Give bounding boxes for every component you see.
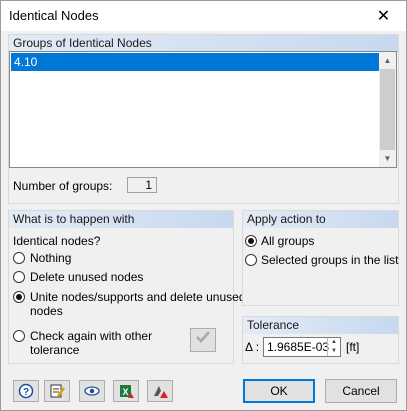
scroll-down-icon[interactable]: ▼ (379, 150, 396, 167)
help-icon: ? (18, 383, 34, 399)
tolerance-unit: [ft] (346, 340, 360, 354)
view-button[interactable] (79, 380, 105, 402)
radio-check-again-label-cont[interactable]: tolerance (30, 343, 79, 357)
what-panel-header: What is to happen with (9, 211, 233, 228)
spin-buttons[interactable]: ▲ ▼ (327, 338, 340, 356)
excel-export-button[interactable]: X (113, 380, 139, 402)
radio-check-again[interactable] (13, 330, 25, 342)
radio-nothing-label[interactable]: Nothing (30, 251, 71, 265)
tolerance-delta-label: Δ : (245, 340, 260, 354)
excel-export-icon: X (120, 385, 134, 398)
settings-icon (154, 386, 168, 398)
radio-delete-unused-label[interactable]: Delete unused nodes (30, 270, 143, 284)
list-item[interactable]: 4.10 (11, 53, 379, 71)
check-again-button[interactable] (190, 328, 216, 352)
settings-button[interactable] (147, 380, 173, 402)
radio-unite-nodes[interactable] (13, 291, 25, 303)
radio-nothing[interactable] (13, 252, 25, 264)
tolerance-spinbox[interactable]: 1.9685E-03 ▲ ▼ (263, 337, 341, 357)
groups-listbox[interactable]: 4.10 ▲ ▼ (9, 51, 397, 168)
radio-selected-groups[interactable] (245, 254, 257, 266)
radio-check-again-label[interactable]: Check again with other (30, 329, 152, 343)
close-icon: ✕ (376, 8, 391, 25)
radio-selected-groups-label[interactable]: Selected groups in the list (261, 253, 398, 267)
apply-panel-header: Apply action to (243, 211, 398, 228)
identical-nodes-label: Identical nodes? (13, 234, 101, 248)
tolerance-panel-header: Tolerance (243, 317, 398, 334)
scroll-thumb[interactable] (380, 69, 395, 150)
radio-all-groups[interactable] (245, 235, 257, 247)
radio-unite-nodes-label[interactable]: Unite nodes/supports and delete unused (30, 290, 246, 304)
checkmark-icon (196, 331, 210, 343)
tolerance-value[interactable]: 1.9685E-03 (267, 340, 329, 354)
spin-up-icon[interactable]: ▲ (328, 338, 340, 347)
dialog-window: Identical Nodes ✕ Groups of Identical No… (0, 0, 407, 411)
view-icon (84, 386, 100, 396)
groups-panel-header: Groups of Identical Nodes (9, 35, 398, 52)
edit-icon (50, 384, 65, 398)
spin-down-icon[interactable]: ▼ (328, 347, 340, 356)
number-of-groups-label: Number of groups: (13, 179, 113, 193)
title-bar: Identical Nodes ✕ (1, 1, 406, 31)
svg-text:X: X (122, 387, 128, 397)
number-of-groups-value: 1 (127, 177, 157, 193)
scroll-up-icon[interactable]: ▲ (379, 52, 396, 69)
edit-button[interactable] (44, 380, 70, 402)
radio-delete-unused[interactable] (13, 271, 25, 283)
svg-text:?: ? (23, 387, 29, 398)
radio-unite-nodes-label-cont[interactable]: nodes (30, 304, 63, 318)
close-button[interactable]: ✕ (361, 1, 406, 31)
help-button[interactable]: ? (13, 380, 39, 402)
dialog-title: Identical Nodes (9, 8, 99, 23)
radio-all-groups-label[interactable]: All groups (261, 234, 314, 248)
vertical-scrollbar[interactable]: ▲ ▼ (379, 52, 396, 167)
ok-button[interactable]: OK (243, 379, 315, 403)
cancel-button[interactable]: Cancel (325, 379, 397, 403)
